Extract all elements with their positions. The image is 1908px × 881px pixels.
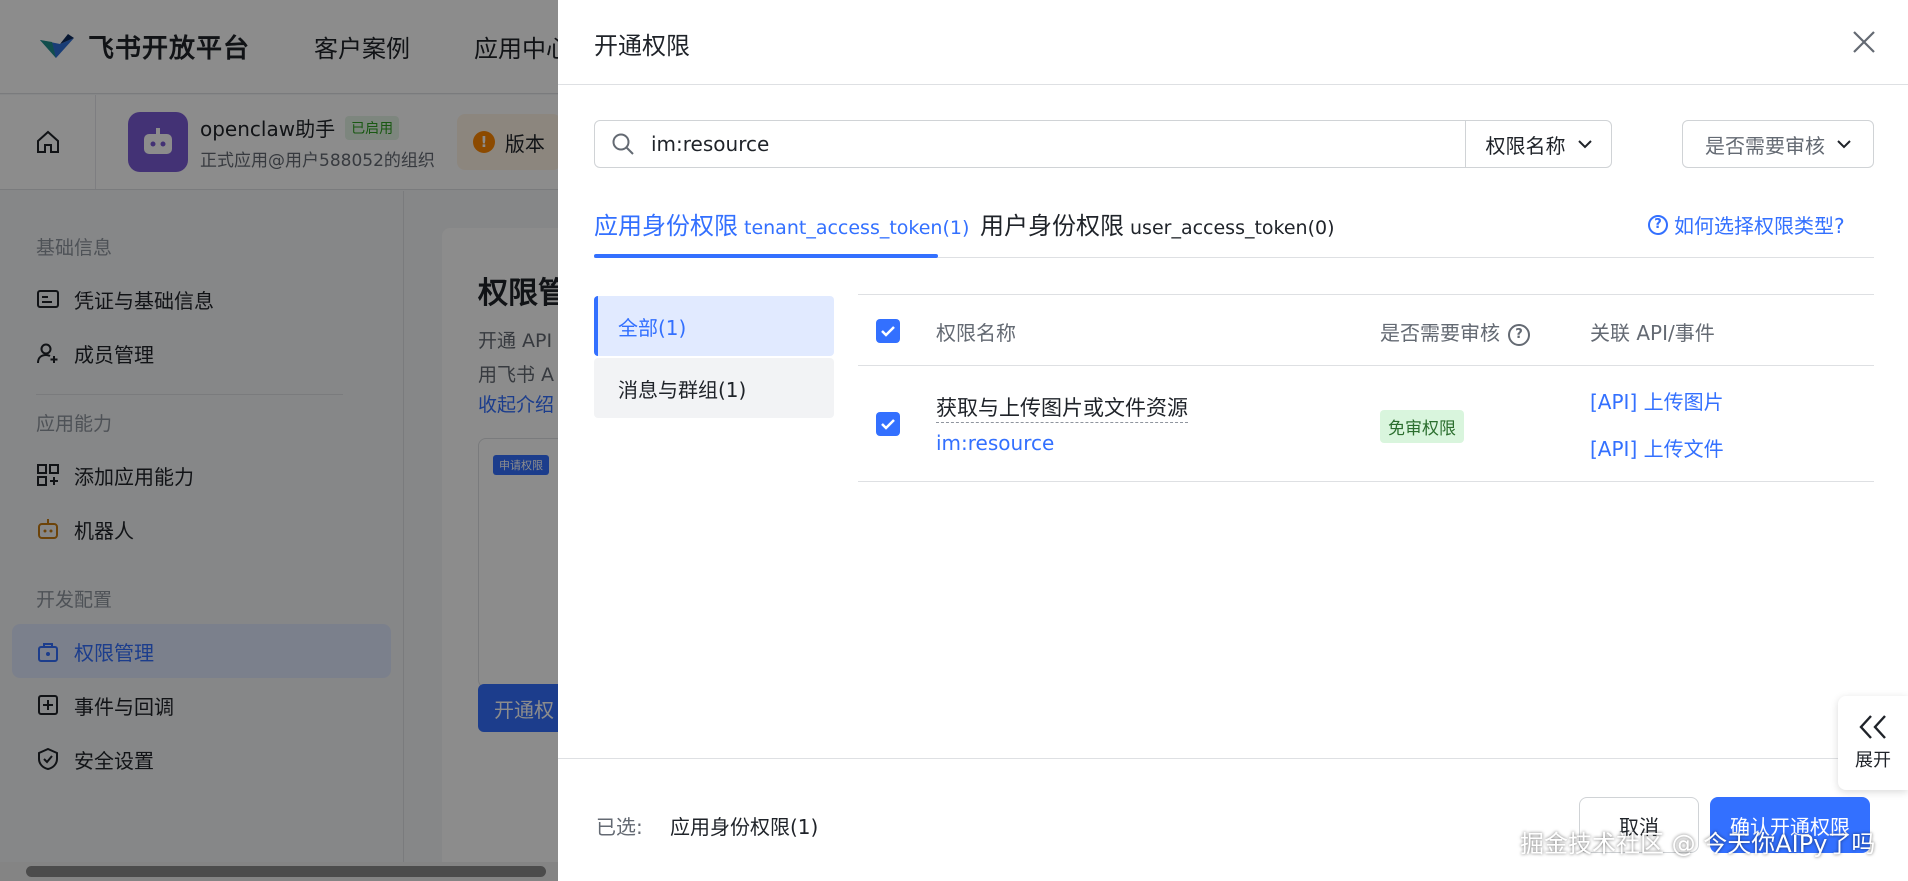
header-divider — [558, 84, 1908, 85]
expand-label: 展开 — [1855, 750, 1891, 771]
search-box[interactable]: im:resource 权限名称 — [594, 120, 1612, 168]
tab-label: 应用身份权限 — [594, 212, 738, 240]
permission-name: 获取与上传图片或文件资源 — [936, 392, 1188, 423]
permission-drawer: 开通权限 im:resource 权限名称 是否需要审核 应用身份权限 tena… — [558, 0, 1908, 881]
expand-button[interactable]: 展开 — [1838, 696, 1908, 790]
api-link-upload-image[interactable]: [API] 上传图片 — [1590, 386, 1724, 415]
table-header: 权限名称 是否需要审核? 关联 API/事件 — [858, 294, 1874, 366]
search-field-label: 权限名称 — [1485, 133, 1566, 158]
table-row: 获取与上传图片或文件资源 im:resource 免审权限 [API] 上传图片… — [858, 366, 1874, 482]
header-permission-name: 权限名称 — [936, 321, 1016, 345]
permission-key[interactable]: im:resource — [936, 431, 1188, 455]
tab-tenant-permissions[interactable]: 应用身份权限 tenant_access_token(1) — [594, 206, 969, 241]
drawer-title: 开通权限 — [594, 32, 690, 60]
double-chevron-left-icon — [1859, 715, 1886, 739]
review-filter-label: 是否需要审核 — [1705, 133, 1825, 158]
row-checkbox[interactable] — [876, 412, 900, 436]
question-circle-icon: ? — [1648, 214, 1668, 235]
selected-value: 应用身份权限(1) — [670, 815, 819, 839]
chevron-down-icon — [1837, 140, 1851, 149]
select-all-checkbox[interactable] — [876, 319, 900, 343]
permission-cell: 获取与上传图片或文件资源 im:resource — [936, 392, 1188, 455]
api-link-upload-file[interactable]: [API] 上传文件 — [1590, 433, 1724, 462]
permission-table: 权限名称 是否需要审核? 关联 API/事件 获取与上传图片或文件资源 im:r… — [858, 294, 1874, 482]
help-link-text: 如何选择权限类型? — [1674, 214, 1845, 238]
help-link[interactable]: ? 如何选择权限类型? — [1648, 210, 1845, 239]
search-icon — [595, 132, 651, 156]
header-related-api: 关联 API/事件 — [1590, 321, 1715, 345]
tab-user-permissions[interactable]: 用户身份权限 user_access_token(0) — [980, 206, 1335, 241]
search-field-select[interactable]: 权限名称 — [1465, 121, 1611, 167]
question-circle-icon[interactable]: ? — [1508, 323, 1530, 346]
review-filter-select[interactable]: 是否需要审核 — [1682, 120, 1874, 168]
tab-label: 用户身份权限 — [980, 212, 1124, 240]
selected-label: 已选: — [596, 815, 643, 839]
header-review: 是否需要审核? — [1380, 317, 1530, 346]
checkmark-icon — [881, 326, 895, 337]
close-icon — [1853, 31, 1875, 53]
category-messages-groups[interactable]: 消息与群组(1) — [594, 358, 834, 418]
chevron-down-icon — [1577, 140, 1592, 149]
header-review-label: 是否需要审核 — [1380, 321, 1500, 345]
close-button[interactable] — [1846, 24, 1882, 60]
tab-token: user_access_token(0) — [1130, 217, 1335, 239]
search-input[interactable]: im:resource — [651, 132, 1465, 156]
review-badge: 免审权限 — [1380, 410, 1464, 443]
watermark: 掘金技术社区 @ 今天你AIPy了吗 — [1520, 830, 1876, 858]
active-tab-indicator — [594, 254, 938, 258]
category-all[interactable]: 全部(1) — [594, 296, 834, 356]
api-cell: [API] 上传图片 [API] 上传文件 — [1590, 386, 1724, 462]
drawer-footer: 已选: 应用身份权限(1) 取消 确认开通权限 — [558, 758, 1908, 881]
tab-token: tenant_access_token(1) — [744, 217, 970, 239]
checkmark-icon — [881, 419, 895, 430]
